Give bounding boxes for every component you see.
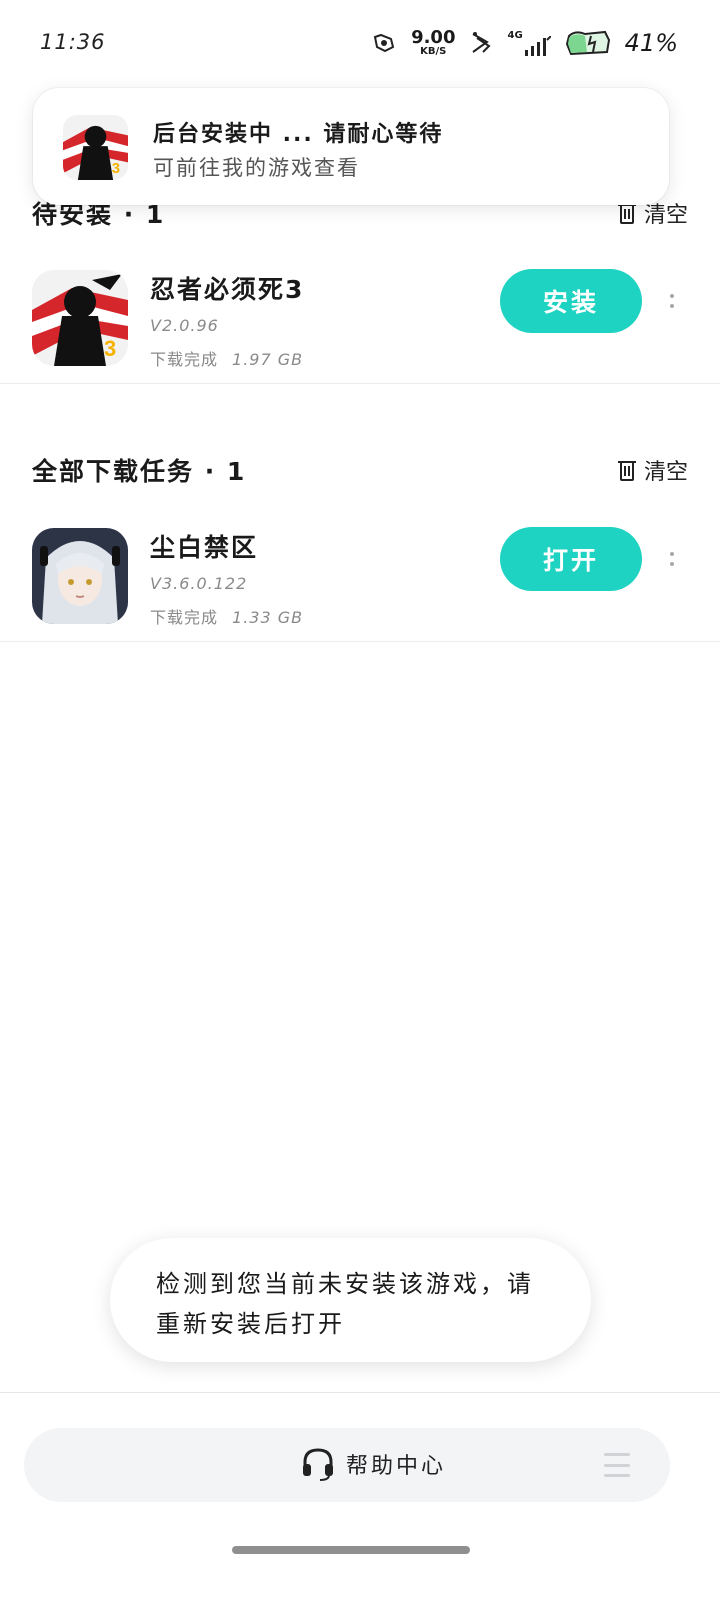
notification-bell-icon xyxy=(373,33,395,53)
trash-icon xyxy=(617,461,636,481)
help-bar: 帮助中心 xyxy=(24,1428,670,1502)
all-tasks-section-title: 全部下载任务 · 1 xyxy=(32,457,247,486)
file-size: 1.97 GB xyxy=(232,350,304,369)
download-task-row[interactable]: 尘白禁区 V3.6.0.122 下载完成 1.33 GB 打开 xyxy=(0,512,720,642)
signal-bars-icon xyxy=(524,36,551,56)
network-speed-unit: KB/S xyxy=(420,46,447,57)
network-speed-value: 9.00 xyxy=(411,27,456,48)
app-version: V2.0.96 xyxy=(150,316,219,335)
download-status-text: 下载完成 xyxy=(150,608,219,627)
status-icons: 9.00 KB/S 4G 41% xyxy=(371,26,678,60)
battery-percent: 41% xyxy=(624,29,678,57)
help-center-label: 帮助中心 xyxy=(346,1454,447,1479)
all-tasks-section-header: 全部下载任务 · 1 清空 xyxy=(32,450,688,490)
network-type: 4G xyxy=(507,30,523,41)
more-options-icon[interactable] xyxy=(662,534,682,584)
ninja-game-icon: 3 xyxy=(63,115,128,180)
notification-title: 后台安装中 ... 请耐心等待 xyxy=(153,122,444,147)
app-version: V3.6.0.122 xyxy=(150,574,248,593)
install-button[interactable]: 安装 xyxy=(500,269,642,333)
home-indicator[interactable] xyxy=(232,1546,470,1554)
download-status: 下载完成 1.33 GB xyxy=(150,604,303,628)
download-status: 下载完成 1.97 GB xyxy=(150,346,303,370)
install-notification[interactable]: 3 后台安装中 ... 请耐心等待 可前往我的游戏查看 xyxy=(33,88,669,205)
network-speed: 9.00 KB/S xyxy=(411,29,455,57)
all-tasks-clear-button[interactable]: 清空 xyxy=(616,454,688,486)
download-status-text: 下载完成 xyxy=(150,350,219,369)
svg-text:3: 3 xyxy=(104,336,116,361)
headset-icon xyxy=(303,1448,333,1481)
bottom-divider xyxy=(0,1392,720,1393)
help-center-button[interactable]: 帮助中心 xyxy=(300,1446,446,1482)
network-signal: 4G xyxy=(507,30,551,56)
pending-item-row[interactable]: 3 忍者必须死3 V2.0.96 下载完成 1.97 GB 安装 xyxy=(0,254,720,384)
bluetooth-icon xyxy=(472,32,492,53)
anime-girl-game-icon xyxy=(32,528,128,624)
status-bar: 11:36 9.00 KB/S 4G 41% xyxy=(0,0,720,88)
all-tasks-clear-label: 清空 xyxy=(643,460,688,485)
app-name: 忍者必须死3 xyxy=(150,275,305,304)
menu-icon[interactable] xyxy=(604,1453,630,1477)
more-options-icon[interactable] xyxy=(662,276,682,326)
status-time: 11:36 xyxy=(40,30,106,54)
svg-text:3: 3 xyxy=(112,161,120,177)
app-name: 尘白禁区 xyxy=(150,533,259,562)
notification-subtitle: 可前往我的游戏查看 xyxy=(153,156,360,180)
toast-message: 检测到您当前未安装该游戏，请重新安装后打开 xyxy=(110,1238,591,1362)
ninja-game-icon: 3 xyxy=(32,270,128,366)
file-size: 1.33 GB xyxy=(232,608,304,627)
open-button[interactable]: 打开 xyxy=(500,527,642,591)
battery-icon xyxy=(565,30,610,56)
